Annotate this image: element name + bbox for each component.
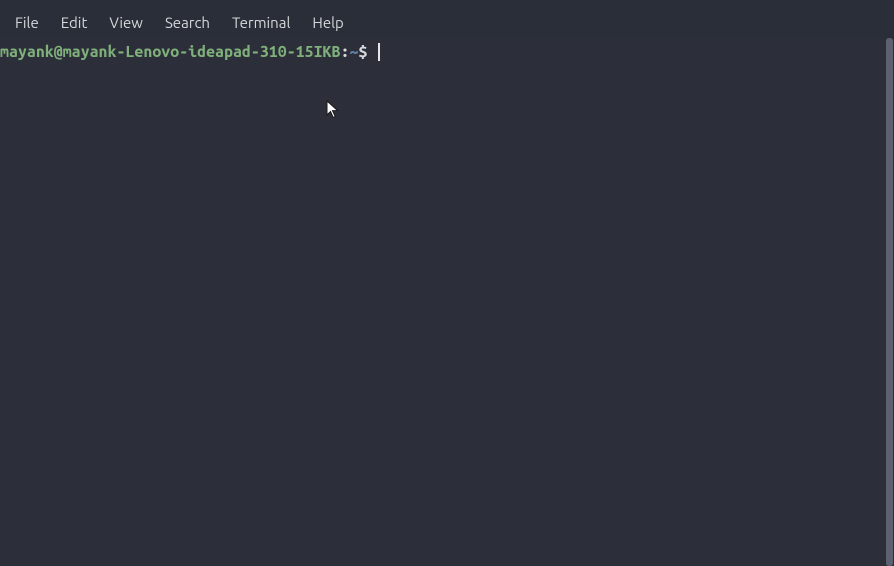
prompt-userhost: mayank@mayank-Lenovo-ideapad-310-15IKB [0,41,340,63]
menu-search[interactable]: Search [154,10,221,35]
menu-file[interactable]: File [4,10,50,35]
vertical-scrollbar[interactable] [885,38,894,566]
menu-search-label: Search [165,14,210,31]
prompt-line: mayank@mayank-Lenovo-ideapad-310-15IKB:~… [0,41,894,63]
menu-terminal[interactable]: Terminal [221,10,301,35]
prompt-path: ~ [349,41,358,63]
menu-file-label: File [15,14,39,31]
text-cursor [378,43,380,61]
menu-edit-label: Edit [61,14,88,31]
terminal-window: File Edit View Search Terminal Help maya… [0,0,894,566]
menu-view[interactable]: View [98,10,154,35]
menubar: File Edit View Search Terminal Help [0,6,894,38]
menu-edit[interactable]: Edit [50,10,99,35]
menu-help-label: Help [312,14,343,31]
menu-terminal-label: Terminal [232,14,290,31]
menu-view-label: View [109,14,143,31]
terminal-area[interactable]: mayank@mayank-Lenovo-ideapad-310-15IKB:~… [0,38,894,566]
prompt-sep: : [340,41,349,63]
prompt-dollar: $ [358,41,367,63]
scrollbar-thumb[interactable] [886,38,893,566]
menu-help[interactable]: Help [301,10,354,35]
